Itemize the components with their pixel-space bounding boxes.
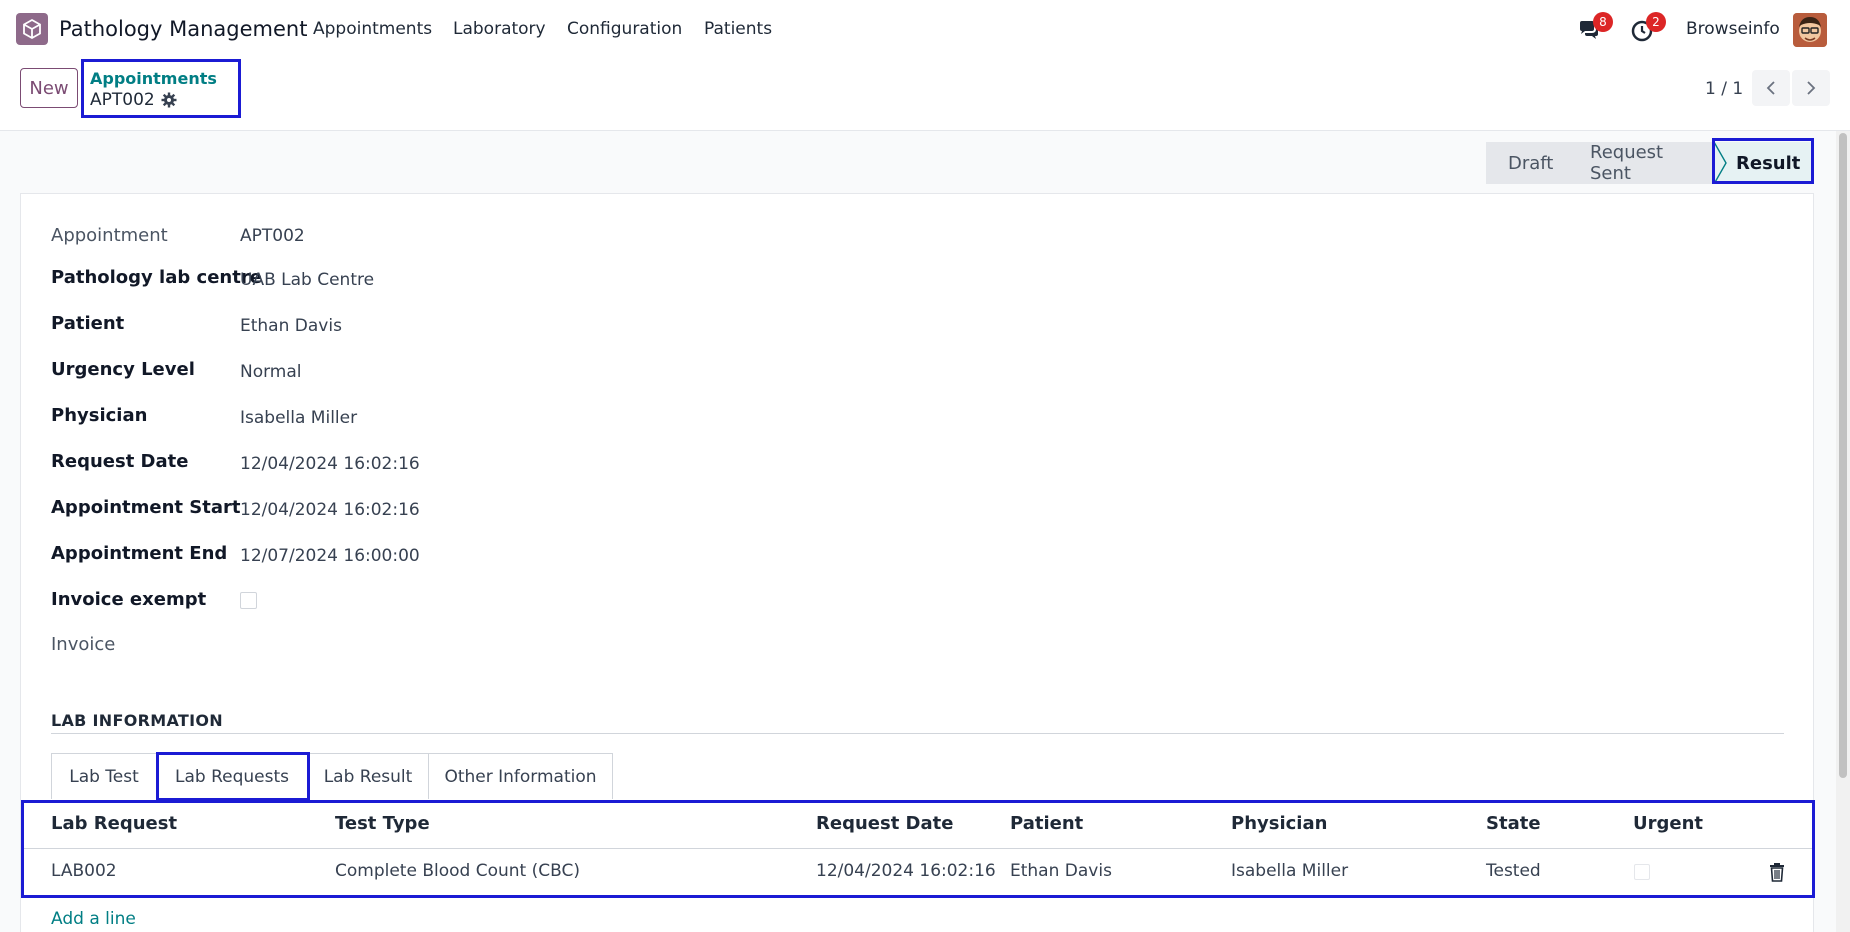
urgency-field[interactable]: Normal — [240, 362, 302, 382]
menu-appointments[interactable]: Appointments — [313, 19, 432, 39]
cell-patient[interactable]: Ethan Davis — [1010, 861, 1112, 881]
invoice-label: Invoice — [51, 634, 116, 655]
cell-state[interactable]: Tested — [1486, 861, 1541, 881]
control-panel: New Appointments APT002 1 / 1 — [0, 58, 1850, 131]
pager-previous-button[interactable] — [1752, 70, 1790, 106]
column-state[interactable]: State — [1486, 813, 1541, 834]
breadcrumb: Appointments APT002 — [81, 59, 241, 118]
invoice-exempt-checkbox[interactable] — [240, 592, 257, 609]
appointment-start-field[interactable]: 12/04/2024 16:02:16 — [240, 500, 420, 520]
lab-centre-field[interactable]: UAB Lab Centre — [240, 270, 374, 290]
patient-field[interactable]: Ethan Davis — [240, 316, 342, 336]
appointment-value: APT002 — [240, 226, 305, 246]
section-divider — [51, 733, 1784, 734]
stage-request-sent[interactable]: Request Sent — [1568, 142, 1714, 184]
column-urgent[interactable]: Urgent — [1633, 813, 1703, 834]
chevron-right-icon — [1807, 81, 1816, 95]
pager-value[interactable]: 1 / 1 — [1705, 79, 1743, 99]
appointment-end-label: Appointment End — [51, 543, 228, 564]
page-scrollbar[interactable] — [1836, 131, 1850, 932]
lab-tabs: Lab Test Lab Requests Lab Result Other I… — [51, 753, 613, 799]
lab-centre-label: Pathology lab centre — [51, 267, 262, 288]
appointment-label: Appointment — [51, 225, 168, 246]
chevron-left-icon — [1766, 81, 1775, 95]
activities-button[interactable]: 2 — [1630, 12, 1666, 42]
column-patient[interactable]: Patient — [1010, 813, 1083, 834]
app-name[interactable]: Pathology Management — [59, 17, 307, 41]
physician-field[interactable]: Isabella Miller — [240, 408, 357, 428]
tab-lab-result[interactable]: Lab Result — [307, 753, 429, 799]
breadcrumb-current-record: APT002 — [90, 90, 155, 110]
new-button[interactable]: New — [20, 68, 78, 108]
column-physician[interactable]: Physician — [1231, 813, 1327, 834]
column-request-date[interactable]: Request Date — [816, 813, 953, 834]
user-avatar[interactable] — [1793, 13, 1827, 47]
pager-next-button[interactable] — [1792, 70, 1830, 106]
column-test-type[interactable]: Test Type — [335, 813, 430, 834]
messages-button[interactable]: 8 — [1577, 12, 1613, 42]
request-date-label: Request Date — [51, 451, 189, 472]
cell-urgent-checkbox[interactable] — [1634, 864, 1650, 880]
breadcrumb-appointments-link[interactable]: Appointments — [90, 69, 232, 88]
cell-test-type[interactable]: Complete Blood Count (CBC) — [335, 861, 580, 881]
menu-patients[interactable]: Patients — [704, 19, 772, 39]
activities-badge: 2 — [1646, 12, 1666, 32]
table-header-divider — [24, 848, 1812, 849]
gear-icon[interactable] — [161, 92, 177, 108]
request-date-field[interactable]: 12/04/2024 16:02:16 — [240, 454, 420, 474]
menu-configuration[interactable]: Configuration — [567, 19, 682, 39]
patient-label: Patient — [51, 313, 125, 334]
messages-badge: 8 — [1593, 12, 1613, 32]
menu-laboratory[interactable]: Laboratory — [453, 19, 546, 39]
cell-physician[interactable]: Isabella Miller — [1231, 861, 1348, 881]
appointment-start-label: Appointment Start — [51, 497, 241, 518]
lab-information-title: LAB INFORMATION — [51, 711, 223, 730]
add-line-link[interactable]: Add a line — [51, 909, 136, 929]
cell-request-date[interactable]: 12/04/2024 16:02:16 — [816, 861, 996, 881]
scrollbar-thumb[interactable] — [1839, 133, 1847, 778]
appointment-end-field[interactable]: 12/07/2024 16:00:00 — [240, 546, 420, 566]
invoice-exempt-label: Invoice exempt — [51, 589, 207, 610]
app-logo-icon[interactable] — [16, 13, 48, 45]
active-tab-highlight — [156, 752, 310, 801]
cell-lab-request[interactable]: LAB002 — [51, 861, 117, 881]
tab-other-information[interactable]: Other Information — [428, 753, 613, 799]
trash-icon[interactable] — [1768, 862, 1786, 882]
physician-label: Physician — [51, 405, 148, 426]
tab-lab-test[interactable]: Lab Test — [51, 753, 157, 799]
stage-draft[interactable]: Draft — [1486, 142, 1568, 184]
urgency-label: Urgency Level — [51, 359, 195, 380]
column-lab-request[interactable]: Lab Request — [51, 813, 177, 834]
result-stage-highlight — [1712, 138, 1814, 184]
user-name[interactable]: Browseinfo — [1686, 19, 1780, 39]
top-navbar: Pathology Management Appointments Labora… — [0, 0, 1850, 58]
